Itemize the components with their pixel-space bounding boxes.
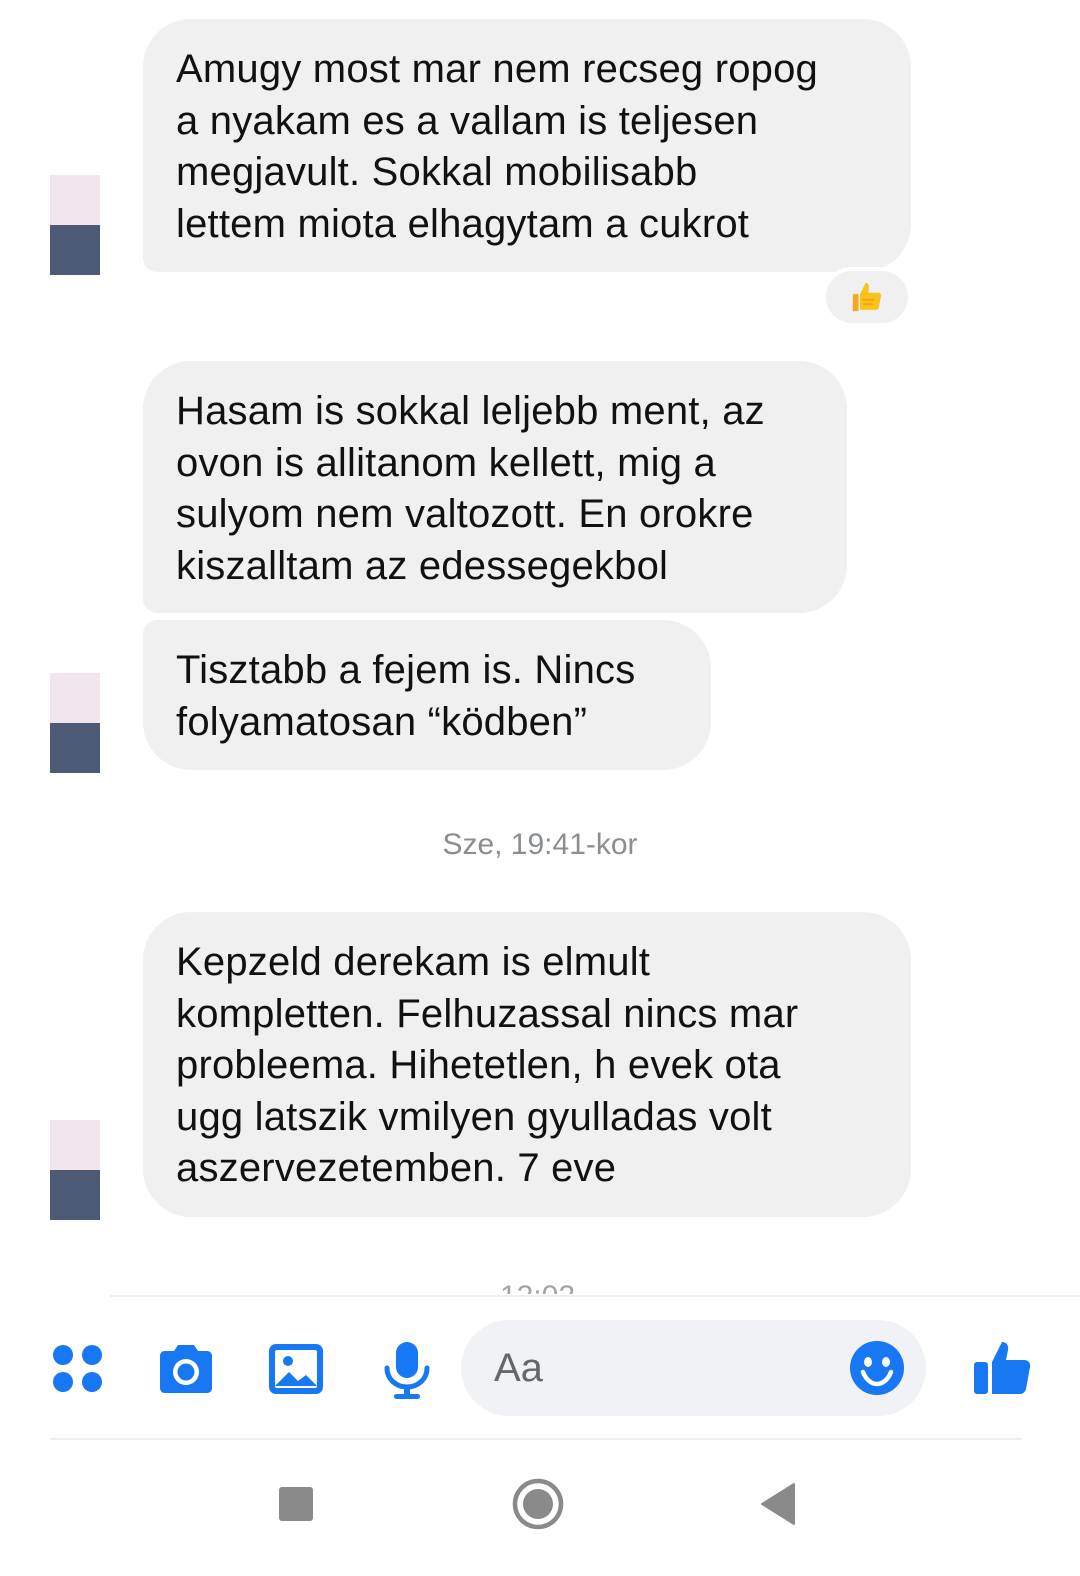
- back-icon[interactable]: [754, 1478, 806, 1530]
- message-bubble[interactable]: Amugy most mar nem recseg ropog a nyakam…: [143, 19, 911, 272]
- menu-dots-icon[interactable]: [48, 1340, 108, 1400]
- contact-avatar[interactable]: [50, 175, 100, 275]
- message-input-placeholder: Aa: [494, 1346, 543, 1390]
- timestamp-divider: 12:02: [0, 1280, 1075, 1294]
- emoji-icon[interactable]: [849, 1340, 905, 1396]
- camera-icon[interactable]: [156, 1340, 216, 1400]
- message-bubble[interactable]: Kepzeld derekam is elmult kompletten. Fe…: [143, 912, 911, 1217]
- home-icon[interactable]: [510, 1476, 564, 1530]
- message-bubble[interactable]: Hasam is sokkal leljebb ment, az ovon is…: [143, 361, 847, 613]
- reaction-badge[interactable]: [822, 267, 912, 327]
- recent-apps-icon[interactable]: [270, 1478, 322, 1530]
- divider: [110, 1295, 1080, 1297]
- gallery-icon[interactable]: [266, 1340, 326, 1400]
- message-input[interactable]: Aa: [461, 1320, 926, 1416]
- messenger-chat-screen: Amugy most mar nem recseg ropog a nyakam…: [0, 0, 1080, 1576]
- timestamp-divider: Sze, 19:41-kor: [442, 828, 638, 861]
- microphone-icon[interactable]: [377, 1340, 437, 1400]
- divider: [50, 1438, 1022, 1440]
- like-icon[interactable]: [972, 1336, 1032, 1396]
- contact-avatar[interactable]: [50, 1120, 100, 1220]
- thumbs-up-emoji-icon: [852, 282, 882, 312]
- contact-avatar[interactable]: [50, 673, 100, 773]
- message-bubble[interactable]: Tisztabb a fejem is. Nincs folyamatosan …: [143, 620, 711, 770]
